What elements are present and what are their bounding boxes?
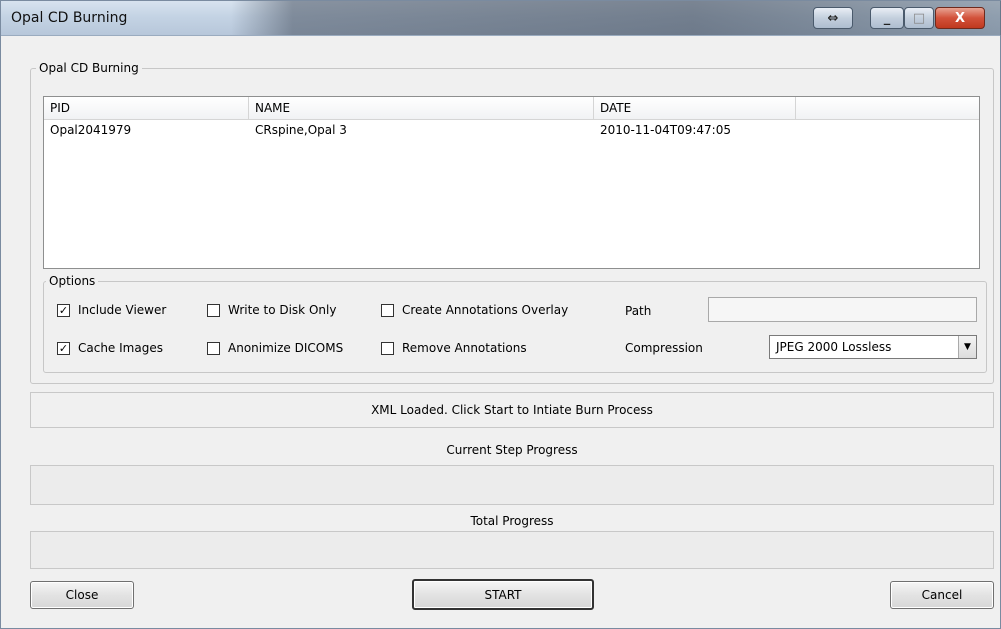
write-to-disk-only-label: Write to Disk Only (228, 303, 337, 317)
column-header-name[interactable]: NAME (249, 97, 594, 119)
cell-name: CRspine,Opal 3 (255, 123, 347, 137)
cell-pid: Opal2041979 (50, 123, 132, 137)
compression-label: Compression (625, 341, 703, 355)
minimize-button[interactable]: _ (870, 7, 904, 29)
total-progress-label: Total Progress (470, 514, 554, 528)
options-group-legend: Options (46, 274, 99, 288)
remove-annotations-label: Remove Annotations (402, 341, 527, 355)
cache-images-checkbox[interactable]: ✓ Cache Images (57, 341, 163, 355)
create-annotations-overlay-label: Create Annotations Overlay (402, 303, 569, 317)
status-message-box: XML Loaded. Click Start to Intiate Burn … (30, 392, 994, 428)
cd-burning-group-legend: Opal CD Burning (36, 61, 142, 75)
column-header-date[interactable]: DATE (594, 97, 796, 119)
remove-annotations-checkbox[interactable]: Remove Annotations (381, 341, 527, 355)
column-header-pid[interactable]: PID (44, 97, 249, 119)
write-to-disk-only-check-icon (207, 303, 220, 317)
anonimize-dicoms-label: Anonimize DICOMS (228, 341, 344, 355)
list-header: PID NAME DATE (44, 97, 979, 120)
options-group (43, 281, 987, 373)
cell-date: 2010-11-04T09:47:05 (600, 123, 731, 137)
anonimize-dicoms-checkbox[interactable]: Anonimize DICOMS (207, 341, 343, 355)
compression-select[interactable]: JPEG 2000 Lossless ▼ (769, 335, 977, 359)
window-title: Opal CD Burning (11, 10, 128, 26)
compression-selected-value: JPEG 2000 Lossless (776, 340, 892, 354)
remove-annotations-check-icon (381, 341, 394, 355)
create-annotations-overlay-checkbox[interactable]: Create Annotations Overlay (381, 303, 568, 317)
include-viewer-check-icon: ✓ (57, 303, 70, 317)
cancel-button[interactable]: Cancel (890, 581, 994, 609)
cache-images-check-icon: ✓ (57, 341, 70, 355)
total-progress-bar (30, 531, 994, 569)
current-step-progress-label: Current Step Progress (446, 443, 578, 457)
include-viewer-label: Include Viewer (78, 303, 167, 317)
status-message: XML Loaded. Click Start to Intiate Burn … (371, 403, 653, 417)
start-button[interactable]: START (412, 579, 594, 610)
column-header-extra[interactable] (796, 97, 979, 119)
maximize-button[interactable]: □ (904, 7, 934, 29)
include-viewer-checkbox[interactable]: ✓ Include Viewer (57, 303, 166, 317)
app-window: Opal CD Burning ⇔ _ □ X Opal CD Burning … (0, 0, 1001, 629)
close-window-button[interactable]: X (935, 7, 985, 29)
path-label: Path (625, 304, 652, 318)
anonimize-dicoms-check-icon (207, 341, 220, 355)
resize-arrows-icon[interactable]: ⇔ (813, 7, 853, 29)
patient-list[interactable]: PID NAME DATE Opal2041979 CRspine,Opal 3… (43, 96, 980, 269)
chevron-down-icon[interactable]: ▼ (958, 336, 976, 358)
write-to-disk-only-checkbox[interactable]: Write to Disk Only (207, 303, 336, 317)
current-step-progress-bar (30, 465, 994, 505)
path-input[interactable] (708, 297, 977, 322)
cache-images-label: Cache Images (78, 341, 163, 355)
title-bar[interactable]: Opal CD Burning ⇔ _ □ X (1, 1, 1001, 36)
table-row[interactable]: Opal2041979 CRspine,Opal 3 2010-11-04T09… (44, 121, 979, 139)
close-button[interactable]: Close (30, 581, 134, 609)
create-annotations-overlay-check-icon (381, 303, 394, 317)
